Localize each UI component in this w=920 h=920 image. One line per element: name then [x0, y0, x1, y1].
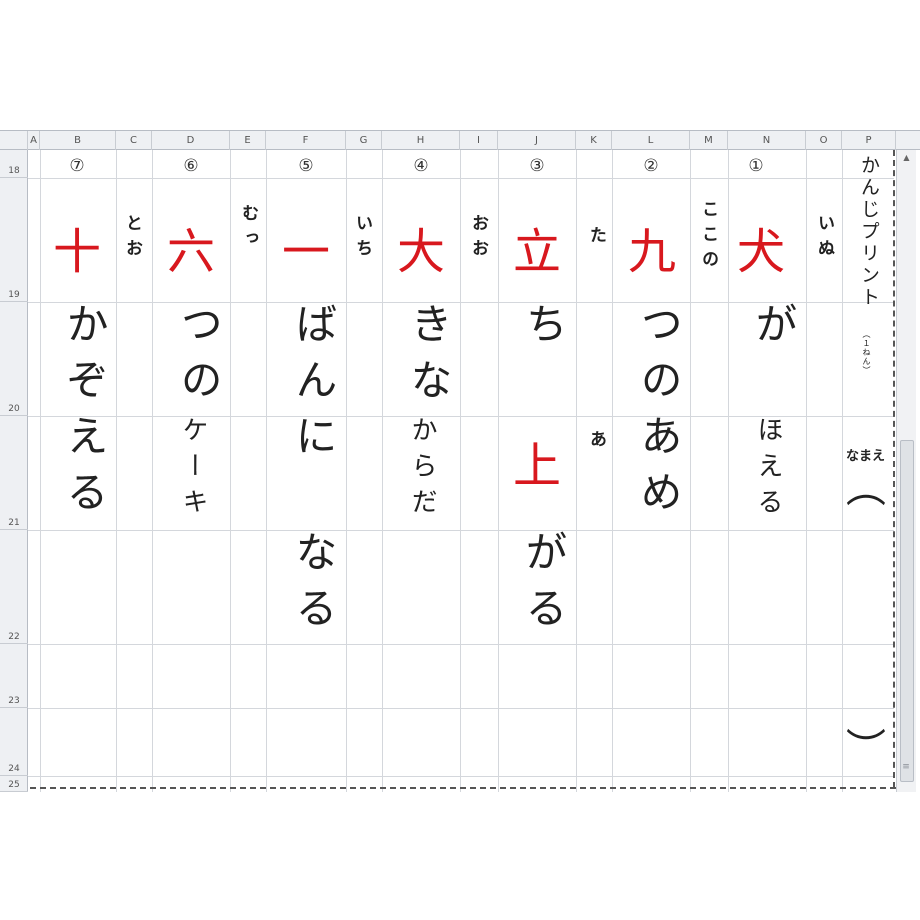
kanji-character: 九 — [627, 224, 676, 280]
column-header-a[interactable]: A — [28, 131, 40, 150]
column-header-k[interactable]: K — [576, 131, 612, 150]
scroll-grip-icon: ≡ — [902, 762, 910, 772]
kanji-reading: あ — [586, 430, 606, 455]
row-header-bar: 18 19 20 21 22 23 24 25 — [0, 150, 28, 792]
print-area-border-bottom — [30, 787, 896, 789]
scroll-thumb[interactable] — [900, 440, 914, 782]
column-header-f[interactable]: F — [266, 131, 346, 150]
sentence-text: ケーキ — [178, 416, 208, 524]
column-header-o[interactable]: O — [806, 131, 842, 150]
column-header-h[interactable]: H — [382, 131, 460, 150]
sentence-text: かぞえる — [60, 302, 109, 526]
sentence-text: なる — [289, 530, 338, 642]
item-number: ② — [643, 156, 659, 176]
kanji-reading: むっ — [238, 204, 258, 254]
sentence-text: が — [749, 302, 798, 358]
sentence-text: ほえる — [753, 416, 783, 524]
kanji-reading: おお — [468, 214, 488, 264]
column-header-i[interactable]: I — [460, 131, 498, 150]
grade-label: （１ねん） — [862, 330, 871, 375]
row-header-24[interactable]: 24 — [0, 708, 28, 776]
sentence-text: つのあめ — [634, 302, 683, 526]
kanji-reading: た — [586, 226, 606, 251]
kanji-character: 六 — [166, 224, 215, 280]
kanji-character: 立 — [512, 224, 561, 280]
sentence-text: きな — [404, 302, 453, 414]
kanji-character: 上 — [512, 438, 561, 494]
sentence-text: がる — [519, 530, 568, 642]
worksheet-title: かんじプリント — [858, 155, 880, 309]
column-header-bar: A B C D E F G H I J K L M N O P — [0, 130, 920, 150]
column-header-c[interactable]: C — [116, 131, 152, 150]
column-header-b[interactable]: B — [40, 131, 116, 150]
column-header-d[interactable]: D — [152, 131, 230, 150]
column-header-n[interactable]: N — [728, 131, 806, 150]
row-header-21[interactable]: 21 — [0, 416, 28, 530]
kanji-character: 大 — [396, 224, 445, 280]
kanji-character: 十 — [52, 224, 101, 280]
item-number: ③ — [529, 156, 545, 176]
row-header-19[interactable]: 19 — [0, 178, 28, 302]
item-number: ① — [748, 156, 764, 176]
sentence-text: からだ — [407, 416, 437, 524]
name-bracket-open: （ — [841, 467, 887, 507]
column-header-m[interactable]: M — [690, 131, 728, 150]
column-header-g[interactable]: G — [346, 131, 382, 150]
name-label: なまえ — [846, 449, 886, 464]
column-header-p[interactable]: P — [842, 131, 896, 150]
item-number: ⑦ — [69, 156, 85, 176]
column-header-j[interactable]: J — [498, 131, 576, 150]
scroll-up-arrow-icon[interactable]: ▲ — [897, 150, 916, 166]
select-all-corner[interactable] — [0, 131, 28, 150]
column-header-e[interactable]: E — [230, 131, 266, 150]
item-number: ⑤ — [298, 156, 314, 176]
row-header-18[interactable]: 18 — [0, 150, 28, 178]
kanji-reading: ここの — [698, 200, 718, 275]
item-number: ⑥ — [183, 156, 199, 176]
sentence-text: ばんに — [289, 302, 338, 470]
row-header-25[interactable]: 25 — [0, 776, 28, 792]
kanji-reading: とお — [122, 214, 142, 264]
vertical-scrollbar[interactable]: ▲ ≡ — [896, 150, 916, 792]
row-header-20[interactable]: 20 — [0, 302, 28, 416]
kanji-character: 一 — [281, 224, 330, 280]
sentence-text: ち — [519, 302, 568, 358]
row-header-23[interactable]: 23 — [0, 644, 28, 708]
column-header-l[interactable]: L — [612, 131, 690, 150]
row-header-22[interactable]: 22 — [0, 530, 28, 644]
kanji-character: 犬 — [736, 224, 785, 280]
kanji-reading: いち — [352, 214, 372, 264]
sentence-text: つの — [174, 302, 223, 414]
name-bracket-close: ） — [841, 727, 887, 767]
kanji-reading: いぬ — [814, 214, 834, 264]
item-number: ④ — [413, 156, 429, 176]
